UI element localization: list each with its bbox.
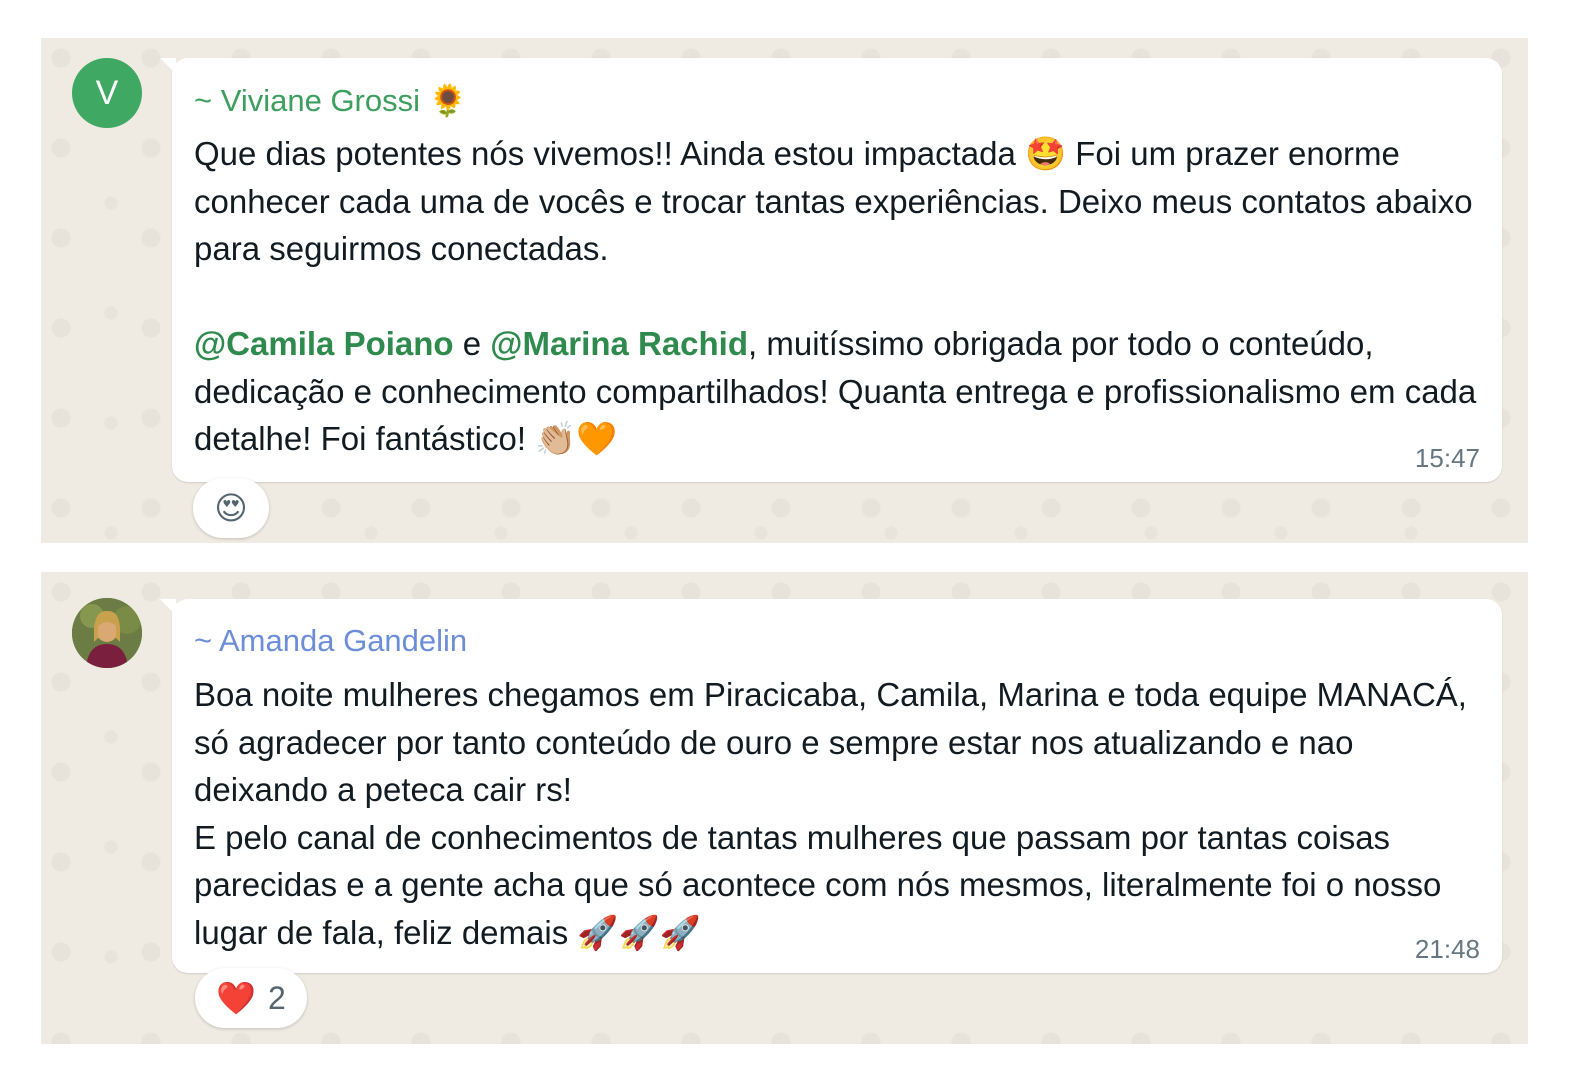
message-text: Boa noite mulheres chegamos em Piracicab…	[194, 671, 1482, 956]
rocket-emojis: 🚀🚀🚀	[577, 912, 701, 952]
message-timestamp: 21:48	[1414, 934, 1480, 964]
sender-avatar-photo[interactable]	[72, 598, 142, 668]
message-text-part: Que dias potentes nós vivemos!! Ainda es…	[194, 135, 1025, 172]
message-bubble[interactable]: ~ Viviane Grossi 🌻 Que dias potentes nós…	[160, 58, 1502, 482]
chat-panel-1: V ~ Viviane Grossi 🌻 Que dias potentes n…	[41, 38, 1528, 543]
reaction-badge[interactable]: ❤️ 2	[195, 968, 307, 1028]
sender-name-text: ~ Viviane Grossi	[194, 83, 421, 118]
sender-name[interactable]: ~ Viviane Grossi 🌻	[194, 82, 467, 119]
mention-camila[interactable]: @Camila Poiano	[194, 325, 454, 362]
clapping-heart-emojis: 👏🏼🧡	[535, 419, 618, 458]
reaction-count: 2	[268, 979, 286, 1016]
message-timestamp: 15:47	[1414, 443, 1480, 473]
message-text: Que dias potentes nós vivemos!! Ainda es…	[194, 130, 1482, 463]
message-text-part: e	[453, 325, 491, 362]
sunflower-emoji: 🌻	[428, 83, 468, 119]
star-struck-emoji: 🤩	[1025, 134, 1067, 173]
sender-avatar-v[interactable]: V	[72, 58, 142, 128]
chat-panel-2: ~ Amanda Gandelin Boa noite mulheres che…	[41, 572, 1528, 1044]
avatar-initial: V	[95, 73, 119, 112]
message-bubble[interactable]: ~ Amanda Gandelin Boa noite mulheres che…	[160, 599, 1502, 973]
reaction-badge[interactable]: 😍	[193, 478, 269, 538]
red-heart-emoji: ❤️	[216, 979, 257, 1017]
mention-marina[interactable]: @Marina Rachid	[490, 325, 748, 362]
heart-eyes-emoji: 😍	[214, 489, 248, 527]
sender-name[interactable]: ~ Amanda Gandelin	[194, 623, 467, 659]
message-text-part: Boa noite mulheres chegamos em Piracicab…	[194, 676, 1467, 951]
avatar-photo-image	[72, 598, 142, 668]
